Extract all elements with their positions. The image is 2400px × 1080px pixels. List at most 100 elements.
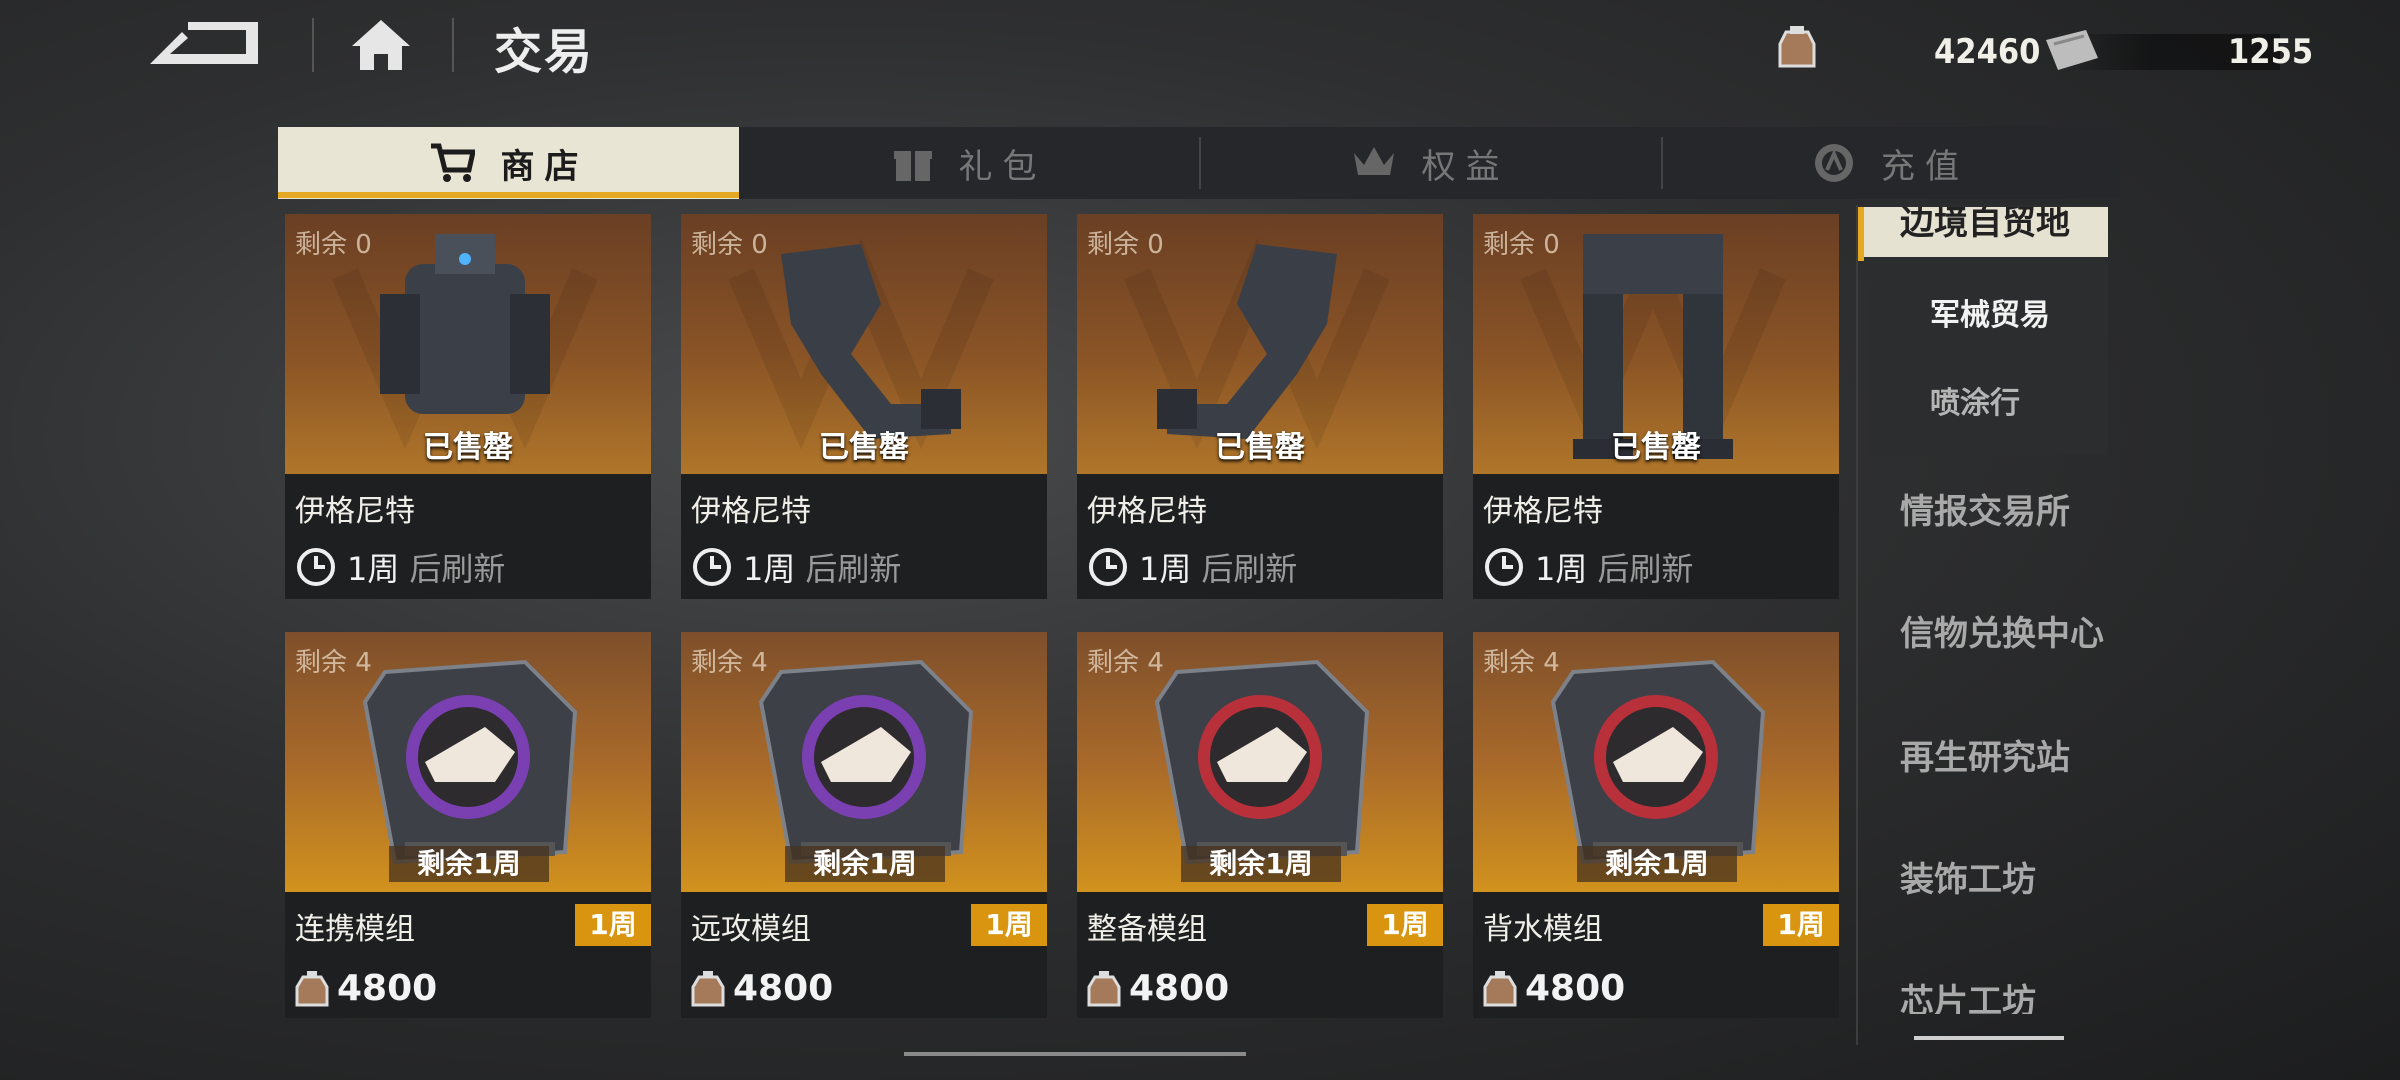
side-nav-token-exchange[interactable]: 信物兑换中心 [1900, 606, 2104, 655]
side-nav-chip-workshop[interactable]: 芯片工坊 [1900, 974, 2100, 1014]
refresh-timer: 1周 后刷新 [1087, 544, 1297, 590]
remaining-duration: 剩余1周 [1577, 846, 1737, 882]
tab-label: 充值 [1881, 146, 1969, 187]
currency-tickets-value: 1255 [2228, 32, 2314, 72]
item-name: 伊格尼特 [691, 494, 811, 529]
side-nav-scrollbar[interactable] [1914, 1036, 2064, 1040]
price: 4800 [1481, 968, 1625, 1009]
stock-remaining: 剩余 4 [691, 648, 768, 678]
tab-label: 商店 [500, 146, 589, 187]
refresh-timer: 1周 后刷新 [295, 544, 505, 590]
page-title: 交易 [494, 24, 595, 80]
shop-card[interactable]: 剩余 0 已售罄 伊格尼特 1周 后刷新 [1077, 214, 1443, 599]
remaining-duration: 剩余1周 [389, 846, 549, 882]
home-icon [352, 20, 410, 70]
active-tab-indicator [278, 192, 739, 198]
price: 4800 [1085, 968, 1229, 1009]
side-nav-active-label: 边境自贸地 [1900, 207, 2070, 243]
tab-bar: 商店 礼包 权益 充值 [278, 127, 2120, 199]
remaining-duration: 剩余1周 [1181, 846, 1341, 882]
price: 4800 [293, 968, 437, 1009]
refresh-timer: 1周 后刷新 [1483, 544, 1693, 590]
shop-card[interactable]: 剩余 0 已售罄伊格尼特 1周 后刷新 [681, 214, 1047, 599]
refresh-after: 后刷新 [1201, 550, 1298, 588]
card-art: 剩余 0 已售罄 [681, 214, 1047, 474]
divider [452, 18, 454, 72]
card-art: 剩余 4 剩余1周 [1473, 632, 1839, 892]
crown-icon [1353, 147, 1394, 175]
shop-card[interactable]: 剩余 4 剩余1周远攻模组 1周 4800 [681, 632, 1047, 1018]
sold-out-label: 已售罄 [1611, 430, 1701, 465]
stock-remaining: 剩余 0 [1483, 230, 1560, 260]
side-nav-track [1856, 205, 1858, 1045]
item-name: 连携模组 [295, 912, 415, 947]
duration-badge: 1周 [1367, 904, 1443, 946]
card-art: 剩余 0 已售罄 [1077, 214, 1443, 474]
refresh-after: 后刷新 [409, 550, 506, 588]
tab-label: 礼包 [958, 146, 1047, 187]
refresh-timer: 1周 后刷新 [691, 544, 901, 590]
bag-coin-icon [1087, 970, 1121, 1006]
refresh-after: 后刷新 [1597, 550, 1694, 588]
side-nav-regen-lab[interactable]: 再生研究站 [1900, 730, 2070, 779]
ticket-icon [2042, 28, 2102, 76]
refresh-week: 1周 [743, 550, 796, 588]
bag-coin-icon [295, 970, 329, 1006]
refresh-after: 后刷新 [805, 550, 902, 588]
shop-card[interactable]: 剩余 4 剩余1周 背水模组 1周 4800 [1473, 632, 1839, 1018]
refresh-week: 1周 [1535, 550, 1588, 588]
stock-remaining: 剩余 4 [1087, 648, 1164, 678]
tab-privileges[interactable]: 权益 [1200, 127, 1661, 199]
tab-gift[interactable]: 礼包 [739, 127, 1200, 199]
tab-recharge[interactable]: 充值 [1662, 127, 2120, 199]
refresh-week: 1周 [1139, 550, 1192, 588]
home-button[interactable] [348, 16, 414, 72]
coin-icon [1815, 144, 1853, 182]
tab-label: 权益 [1421, 146, 1510, 187]
card-art: 剩余 0 已售罄 [1473, 214, 1839, 474]
price: 4800 [689, 968, 833, 1009]
stock-remaining: 剩余 4 [295, 648, 372, 678]
clock-icon [693, 548, 731, 586]
stock-remaining: 剩余 0 [691, 230, 768, 260]
side-subitem-paint-shop[interactable]: 喷涂行 [1930, 378, 2020, 422]
clock-icon [1485, 548, 1523, 586]
shop-card[interactable]: 剩余 0 已售罄 伊格尼特 1周 后刷新 [285, 214, 651, 599]
price-value: 4800 [337, 968, 438, 1009]
card-art: 剩余 0 已售罄 [285, 214, 651, 474]
side-nav-active-item[interactable]: 边境自贸地 [1860, 207, 2108, 257]
remaining-duration: 剩余1周 [785, 846, 945, 882]
side-subitem-arms-trade[interactable]: 军械贸易 [1930, 290, 2050, 334]
card-art: 剩余 4 剩余1周 [1077, 632, 1443, 892]
shop-card[interactable]: 剩余 0 已售罄 伊格尼特 1周 后刷新 [1473, 214, 1839, 599]
content-scrollbar[interactable] [904, 1052, 1246, 1056]
stock-remaining: 剩余 4 [1483, 648, 1560, 678]
refresh-week: 1周 [347, 550, 400, 588]
item-name: 伊格尼特 [295, 494, 415, 529]
back-arrow-icon [150, 22, 258, 64]
item-name: 远攻模组 [691, 912, 811, 947]
duration-badge: 1周 [1763, 904, 1839, 946]
sold-out-label: 已售罄 [1215, 430, 1305, 465]
card-art: 剩余 4 剩余1周 [681, 632, 1047, 892]
bag-coin-icon [1772, 22, 1822, 72]
cart-icon [430, 143, 475, 182]
item-name: 整备模组 [1087, 912, 1207, 947]
shop-card[interactable]: 剩余 4 剩余1周连携模组 1周 4800 [285, 632, 651, 1018]
duration-badge: 1周 [575, 904, 651, 946]
divider [312, 18, 314, 72]
duration-badge: 1周 [971, 904, 1047, 946]
side-nav-intel-exchange[interactable]: 情报交易所 [1900, 484, 2070, 533]
sold-out-label: 已售罄 [423, 430, 513, 465]
side-nav-active-indicator [1858, 207, 1864, 261]
side-nav-decor-workshop[interactable]: 装饰工坊 [1900, 852, 2036, 901]
tab-shop[interactable]: 商店 [278, 127, 739, 199]
currency-coins-value: 42460 [1934, 32, 2041, 72]
price-value: 4800 [1129, 968, 1230, 1009]
stock-remaining: 剩余 0 [295, 230, 372, 260]
clock-icon [297, 548, 335, 586]
back-button[interactable] [148, 18, 274, 70]
shop-card[interactable]: 剩余 4 剩余1周整备模组 1周 4800 [1077, 632, 1443, 1018]
card-art: 剩余 4 剩余1周 [285, 632, 651, 892]
bag-coin-icon [1483, 970, 1517, 1006]
